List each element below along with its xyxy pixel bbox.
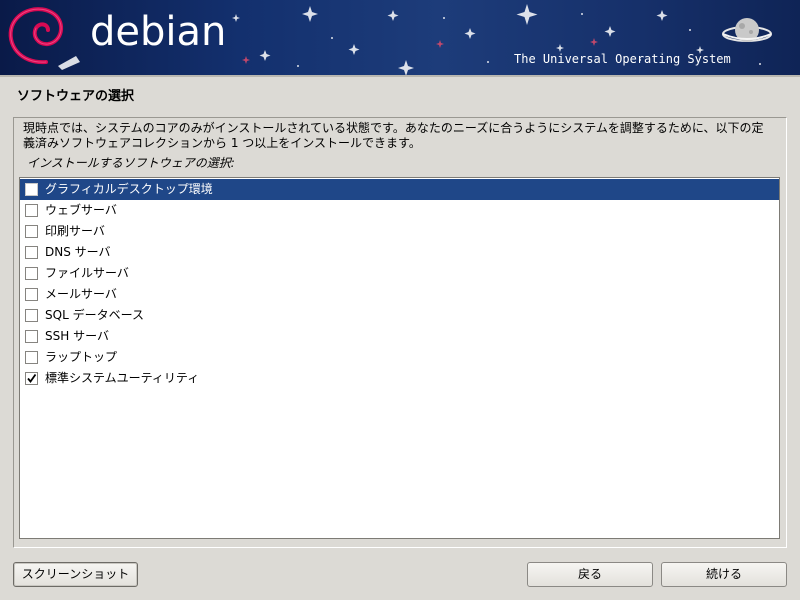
software-item-web-server[interactable]: ウェブサーバ	[20, 200, 779, 221]
checkbox[interactable]	[25, 288, 38, 301]
software-list: グラフィカルデスクトップ環境 ウェブサーバ 印刷サーバ DNS サーバ ファイル…	[19, 177, 780, 539]
screenshot-button[interactable]: スクリーンショット	[13, 562, 138, 587]
checkbox[interactable]	[25, 225, 38, 238]
checkbox[interactable]	[25, 309, 38, 322]
software-item-standard-utilities[interactable]: 標準システムユーティリティ	[20, 368, 779, 389]
software-item-label: メールサーバ	[45, 287, 117, 301]
software-item-label: ファイルサーバ	[45, 266, 129, 280]
banner-divider	[0, 75, 800, 77]
planet-icon	[722, 18, 772, 42]
software-item-laptop[interactable]: ラップトップ	[20, 347, 779, 368]
description-line: 義済みソフトウェアコレクションから 1 つ以上をインストールできます。	[23, 136, 421, 150]
checkbox[interactable]	[25, 246, 38, 259]
debian-wordmark: debian	[90, 9, 227, 55]
checkbox[interactable]	[25, 183, 38, 196]
checkmark-icon	[27, 373, 37, 383]
software-item-desktop[interactable]: グラフィカルデスクトップ環境	[20, 179, 779, 200]
back-button[interactable]: 戻る	[527, 562, 653, 587]
software-item-label: 標準システムユーティリティ	[45, 371, 200, 385]
tagline: The Universal Operating System	[514, 52, 731, 66]
checkbox[interactable]	[25, 351, 38, 364]
software-item-label: SSH サーバ	[45, 329, 109, 343]
checkbox[interactable]	[25, 372, 38, 385]
debian-swirl-icon	[8, 7, 80, 70]
software-item-sql-database[interactable]: SQL データベース	[20, 305, 779, 326]
software-item-print-server[interactable]: 印刷サーバ	[20, 221, 779, 242]
checkbox[interactable]	[25, 204, 38, 217]
banner: debian The Universal Operating System	[0, 0, 800, 75]
description-line: 現時点では、システムのコアのみがインストールされている状態です。あなたのニーズに…	[23, 121, 764, 135]
software-item-label: グラフィカルデスクトップ環境	[45, 182, 213, 196]
checkbox[interactable]	[25, 330, 38, 343]
software-item-ssh-server[interactable]: SSH サーバ	[20, 326, 779, 347]
software-item-dns-server[interactable]: DNS サーバ	[20, 242, 779, 263]
software-item-label: ラップトップ	[45, 350, 118, 364]
software-item-label: DNS サーバ	[45, 245, 111, 259]
software-prompt: インストールするソフトウェアの選択:	[27, 156, 235, 170]
software-item-label: ウェブサーバ	[45, 203, 117, 217]
software-item-mail-server[interactable]: メールサーバ	[20, 284, 779, 305]
continue-button[interactable]: 続ける	[661, 562, 787, 587]
description: 現時点では、システムのコアのみがインストールされている状態です。あなたのニーズに…	[23, 121, 783, 151]
software-item-file-server[interactable]: ファイルサーバ	[20, 263, 779, 284]
page-title: ソフトウェアの選択	[17, 89, 135, 104]
software-item-label: 印刷サーバ	[45, 224, 105, 238]
checkbox[interactable]	[25, 267, 38, 280]
software-item-label: SQL データベース	[45, 308, 144, 322]
